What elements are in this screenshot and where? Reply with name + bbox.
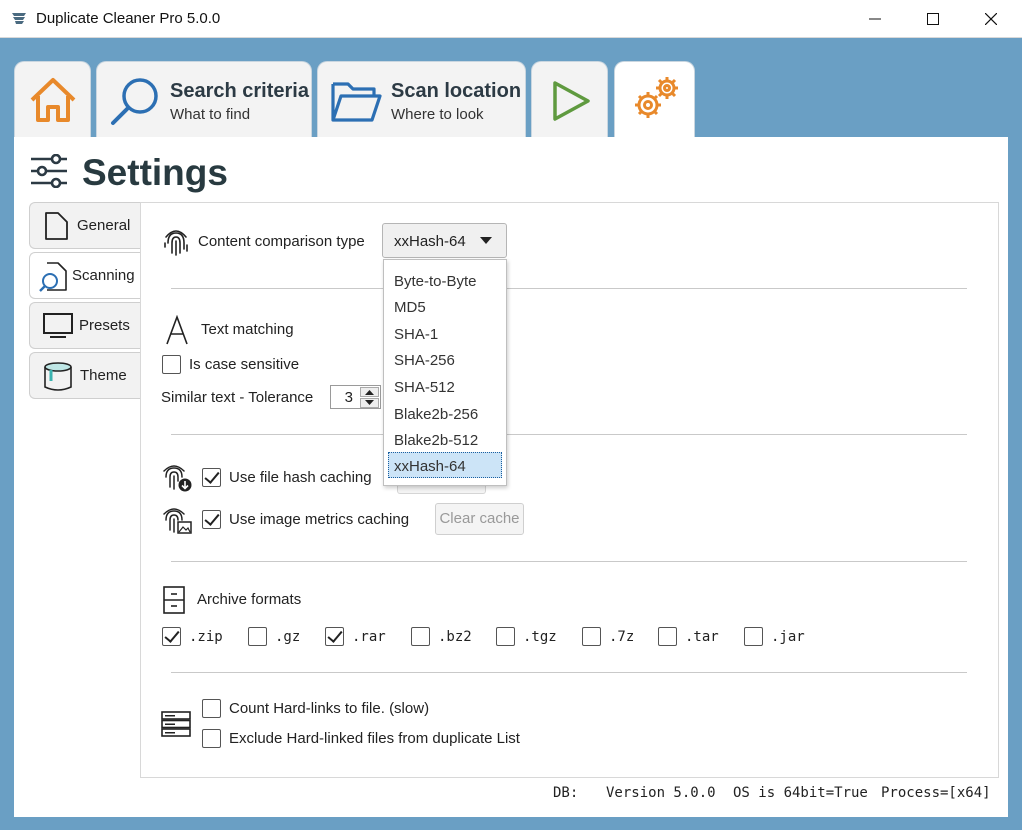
archive-jar-label: .jar xyxy=(771,629,805,645)
status-process: Process=[x64] xyxy=(881,785,991,801)
exclude-hardlinks-label: Exclude Hard-linked files from duplicate… xyxy=(229,730,520,747)
file-hash-caching-label: Use file hash caching xyxy=(229,469,372,486)
tab-scan-label: Scan location xyxy=(391,80,522,102)
archive-zip-checkbox[interactable] xyxy=(162,627,181,646)
archive-gz-label: .gz xyxy=(275,629,301,645)
fingerprint-download-icon xyxy=(161,461,193,497)
paint-bucket-icon xyxy=(42,361,74,397)
document-icon xyxy=(42,211,70,245)
tab-search-label: Search criteria xyxy=(170,80,309,102)
archive-tar-checkbox[interactable] xyxy=(658,627,677,646)
dropdown-option-selected[interactable]: xxHash-64 xyxy=(388,452,502,478)
content-comparison-label: Content comparison type xyxy=(198,233,365,250)
exclude-hardlinks-checkbox[interactable] xyxy=(202,729,221,748)
sidebar-item-label: Theme xyxy=(80,367,127,384)
folder-icon xyxy=(330,78,382,128)
case-sensitive-label: Is case sensitive xyxy=(189,356,300,373)
image-metrics-caching-label: Use image metrics caching xyxy=(229,511,410,528)
server-rack-icon xyxy=(161,711,191,741)
home-icon xyxy=(28,76,78,128)
count-hardlinks-checkbox[interactable] xyxy=(202,699,221,718)
content-comparison-combobox[interactable]: xxHash-64 xyxy=(382,223,507,258)
divider xyxy=(171,672,967,673)
chevron-down-icon xyxy=(480,237,492,244)
status-db: DB: xyxy=(553,785,579,801)
fingerprint-icon xyxy=(162,225,190,261)
divider xyxy=(171,561,967,562)
count-hardlinks-label: Count Hard-links to file. (slow) xyxy=(229,700,430,717)
archive-formats-label: Archive formats xyxy=(197,591,302,608)
monitor-icon xyxy=(42,311,74,343)
gears-icon xyxy=(629,72,683,130)
archive-gz-checkbox[interactable] xyxy=(248,627,267,646)
spinner-up-button[interactable] xyxy=(360,387,379,397)
archive-rar-label: .rar xyxy=(352,629,386,645)
archive-tar-label: .tar xyxy=(685,629,719,645)
archive-bz2-checkbox[interactable] xyxy=(411,627,430,646)
file-hash-caching-checkbox[interactable] xyxy=(202,468,221,487)
archive-bz2-label: .bz2 xyxy=(438,629,472,645)
text-matching-label: Text matching xyxy=(201,321,294,338)
dropdown-option[interactable]: Byte-to-Byte xyxy=(384,268,506,294)
spinner-down-button[interactable] xyxy=(360,398,379,408)
sidebar-item-presets[interactable]: Presets xyxy=(29,302,142,349)
status-version: Version 5.0.0 xyxy=(606,785,716,801)
sidebar-item-theme[interactable]: Theme xyxy=(29,352,142,399)
combobox-value: xxHash-64 xyxy=(394,233,466,250)
archive-7z-label: .7z xyxy=(609,629,635,645)
archive-tgz-checkbox[interactable] xyxy=(496,627,515,646)
tab-home[interactable] xyxy=(14,61,91,137)
archive-jar-checkbox[interactable] xyxy=(744,627,763,646)
dropdown-option[interactable]: Blake2b-512 xyxy=(384,427,506,453)
close-button[interactable] xyxy=(962,0,1020,38)
title-bar: Duplicate Cleaner Pro 5.0.0 xyxy=(0,0,1022,38)
fingerprint-image-icon xyxy=(161,504,193,540)
sidebar-item-label: Presets xyxy=(79,317,130,334)
window-title: Duplicate Cleaner Pro 5.0.0 xyxy=(36,10,221,27)
sidebar-item-scanning[interactable]: Scanning xyxy=(29,252,142,299)
minimize-button[interactable] xyxy=(846,0,904,38)
text-a-icon xyxy=(165,314,189,349)
maximize-button[interactable] xyxy=(904,0,962,38)
archive-rar-checkbox[interactable] xyxy=(325,627,344,646)
archive-cabinet-icon xyxy=(163,586,185,618)
similar-text-label: Similar text - Tolerance xyxy=(161,389,314,406)
clear-cache-button[interactable]: Clear cache xyxy=(435,503,524,535)
divider xyxy=(171,288,967,289)
dropdown-option[interactable]: Blake2b-256 xyxy=(384,401,506,427)
divider xyxy=(171,434,967,435)
tab-run[interactable] xyxy=(531,61,608,137)
tab-settings[interactable] xyxy=(614,61,695,139)
tab-scan-sublabel: Where to look xyxy=(391,106,484,123)
dropdown-option[interactable]: SHA-512 xyxy=(384,374,506,400)
scan-search-icon xyxy=(38,261,68,297)
page-title: Settings xyxy=(82,152,228,193)
dropdown-option[interactable]: SHA-1 xyxy=(384,321,506,347)
play-icon xyxy=(552,80,592,126)
app-icon xyxy=(10,10,28,28)
sidebar-item-general[interactable]: General xyxy=(29,202,142,249)
archive-7z-checkbox[interactable] xyxy=(582,627,601,646)
status-os: OS is 64bit=True xyxy=(733,785,868,801)
dropdown-option[interactable]: SHA-256 xyxy=(384,347,506,373)
archive-zip-label: .zip xyxy=(189,629,223,645)
sliders-icon xyxy=(30,153,68,192)
archive-tgz-label: .tgz xyxy=(523,629,557,645)
tolerance-spinner[interactable]: 3 xyxy=(330,385,381,409)
tab-search-criteria[interactable]: Search criteria What to find xyxy=(96,61,312,137)
dropdown-option[interactable]: MD5 xyxy=(384,294,506,320)
tab-search-sublabel: What to find xyxy=(170,106,251,123)
search-icon xyxy=(109,76,161,130)
content-comparison-dropdown: Byte-to-Byte MD5 SHA-1 SHA-256 SHA-512 B… xyxy=(383,259,507,486)
tolerance-value: 3 xyxy=(344,389,353,406)
case-sensitive-checkbox[interactable] xyxy=(162,355,181,374)
sidebar-item-label: General xyxy=(77,217,131,234)
image-metrics-caching-checkbox[interactable] xyxy=(202,510,221,529)
tab-scan-location[interactable]: Scan location Where to look xyxy=(317,61,526,137)
sidebar-item-label: Scanning xyxy=(72,267,135,284)
